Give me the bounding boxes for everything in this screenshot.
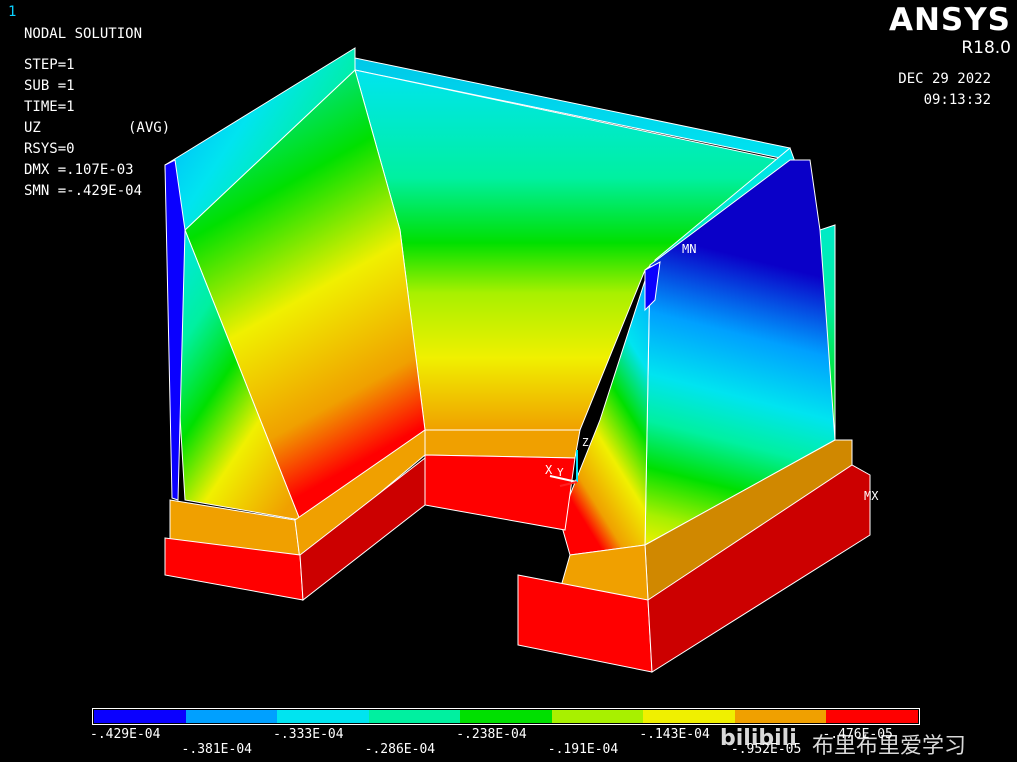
avg-label: (AVG)	[128, 120, 171, 136]
model-viewport[interactable]	[0, 0, 1017, 762]
ansys-logo: ANSYS	[888, 2, 1011, 38]
triad-x-label: X	[545, 463, 553, 477]
legend-tick-label: -.143E-04	[639, 727, 710, 742]
rsys-label: RSYS=0	[24, 141, 75, 157]
watermark-text: 布里布里爱学习	[812, 734, 967, 759]
legend-tick-label: -.429E-04	[90, 727, 161, 742]
legend-tick-label: -.333E-04	[273, 727, 344, 742]
legend-tick-label: -.238E-04	[456, 727, 527, 742]
date-label: DEC 29 2022	[898, 71, 991, 87]
time-label: TIME=1	[24, 99, 75, 115]
bilibili-logo: bilibili	[720, 726, 797, 751]
min-marker: MN	[682, 242, 697, 256]
triad-z-label: Z	[582, 436, 589, 449]
legend-tick-label: -.286E-04	[364, 742, 436, 757]
legend-tick-label: -.191E-04	[547, 742, 619, 757]
window-number: 1	[8, 4, 17, 20]
result-item-label: UZ	[24, 120, 41, 136]
sub-label: SUB =1	[24, 78, 75, 94]
time-stamp-label: 09:13:32	[923, 92, 991, 108]
legend-frame	[92, 708, 920, 725]
smn-label: SMN =-.429E-04	[24, 183, 143, 199]
dmx-label: DMX =.107E-03	[24, 162, 134, 178]
step-label: STEP=1	[24, 57, 75, 73]
result-title: NODAL SOLUTION	[24, 26, 143, 42]
max-marker: MX	[864, 489, 879, 503]
legend-tick-label: -.381E-04	[181, 742, 252, 757]
release-label: R18.0	[961, 38, 1011, 58]
triad-y-label: Y	[557, 466, 564, 479]
